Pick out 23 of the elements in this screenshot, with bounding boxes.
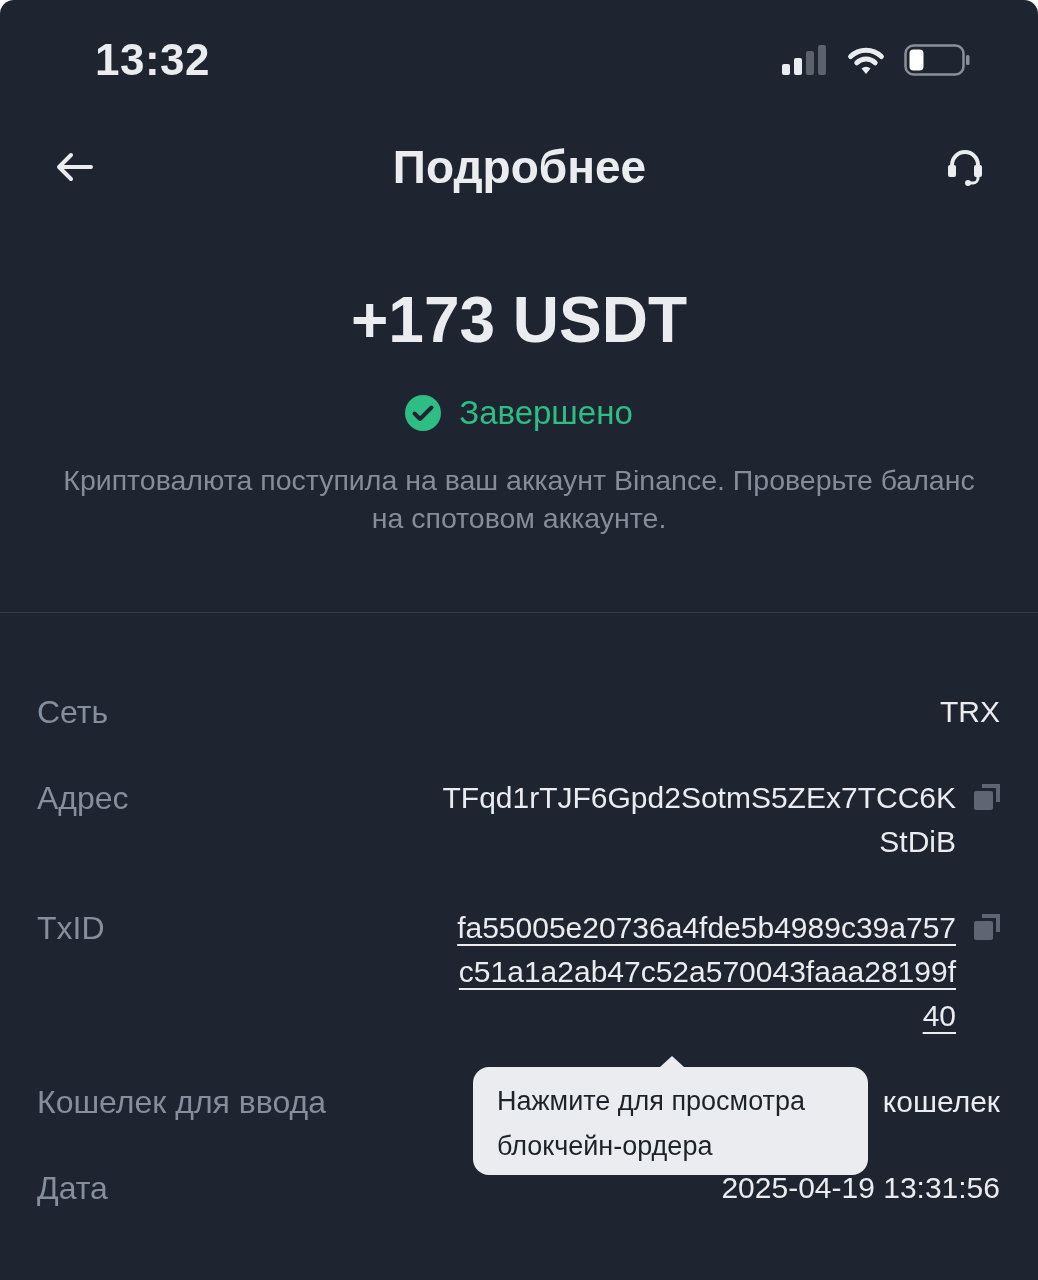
copy-icon[interactable] — [974, 914, 1000, 940]
page-title: Подробнее — [392, 140, 647, 195]
detail-label: Кошелек для ввода — [37, 1083, 327, 1122]
tooltip: Нажмите для просмотра блокчейн-ордера — [473, 1067, 868, 1175]
detail-value: TFqd1rTJF6Gpd2SotmS5ZEx7TCC6KStDiB — [441, 780, 956, 860]
wifi-icon — [846, 45, 886, 75]
txid-link[interactable]: fa55005e20736a4fde5b4989c39a757c51a1a2ab47c52a570043faaa28199f40 — [450, 906, 956, 1038]
detail-label: Адрес — [37, 779, 130, 818]
battery-icon — [904, 44, 970, 76]
detail-label: Дата — [37, 1169, 109, 1208]
detail-label: TxID — [37, 909, 106, 948]
signal-icon — [782, 45, 828, 75]
status-label: Завершено — [459, 393, 633, 433]
status-time: 13:32 — [95, 35, 211, 85]
headset-icon[interactable] — [945, 147, 985, 187]
detail-value: кошелек — [882, 1084, 1000, 1120]
detail-value: TRX — [940, 694, 1000, 730]
back-arrow-icon[interactable] — [54, 151, 94, 183]
status-description: Криптовалюта поступила на ваш аккаунт Binance. Проверьте баланс на спотовом аккаунте. — [62, 463, 976, 536]
detail-label: Сеть — [37, 693, 110, 732]
tooltip-tail-icon — [660, 1056, 684, 1067]
amount-value: +173 USDT — [350, 283, 688, 358]
copy-icon[interactable] — [974, 784, 1000, 810]
